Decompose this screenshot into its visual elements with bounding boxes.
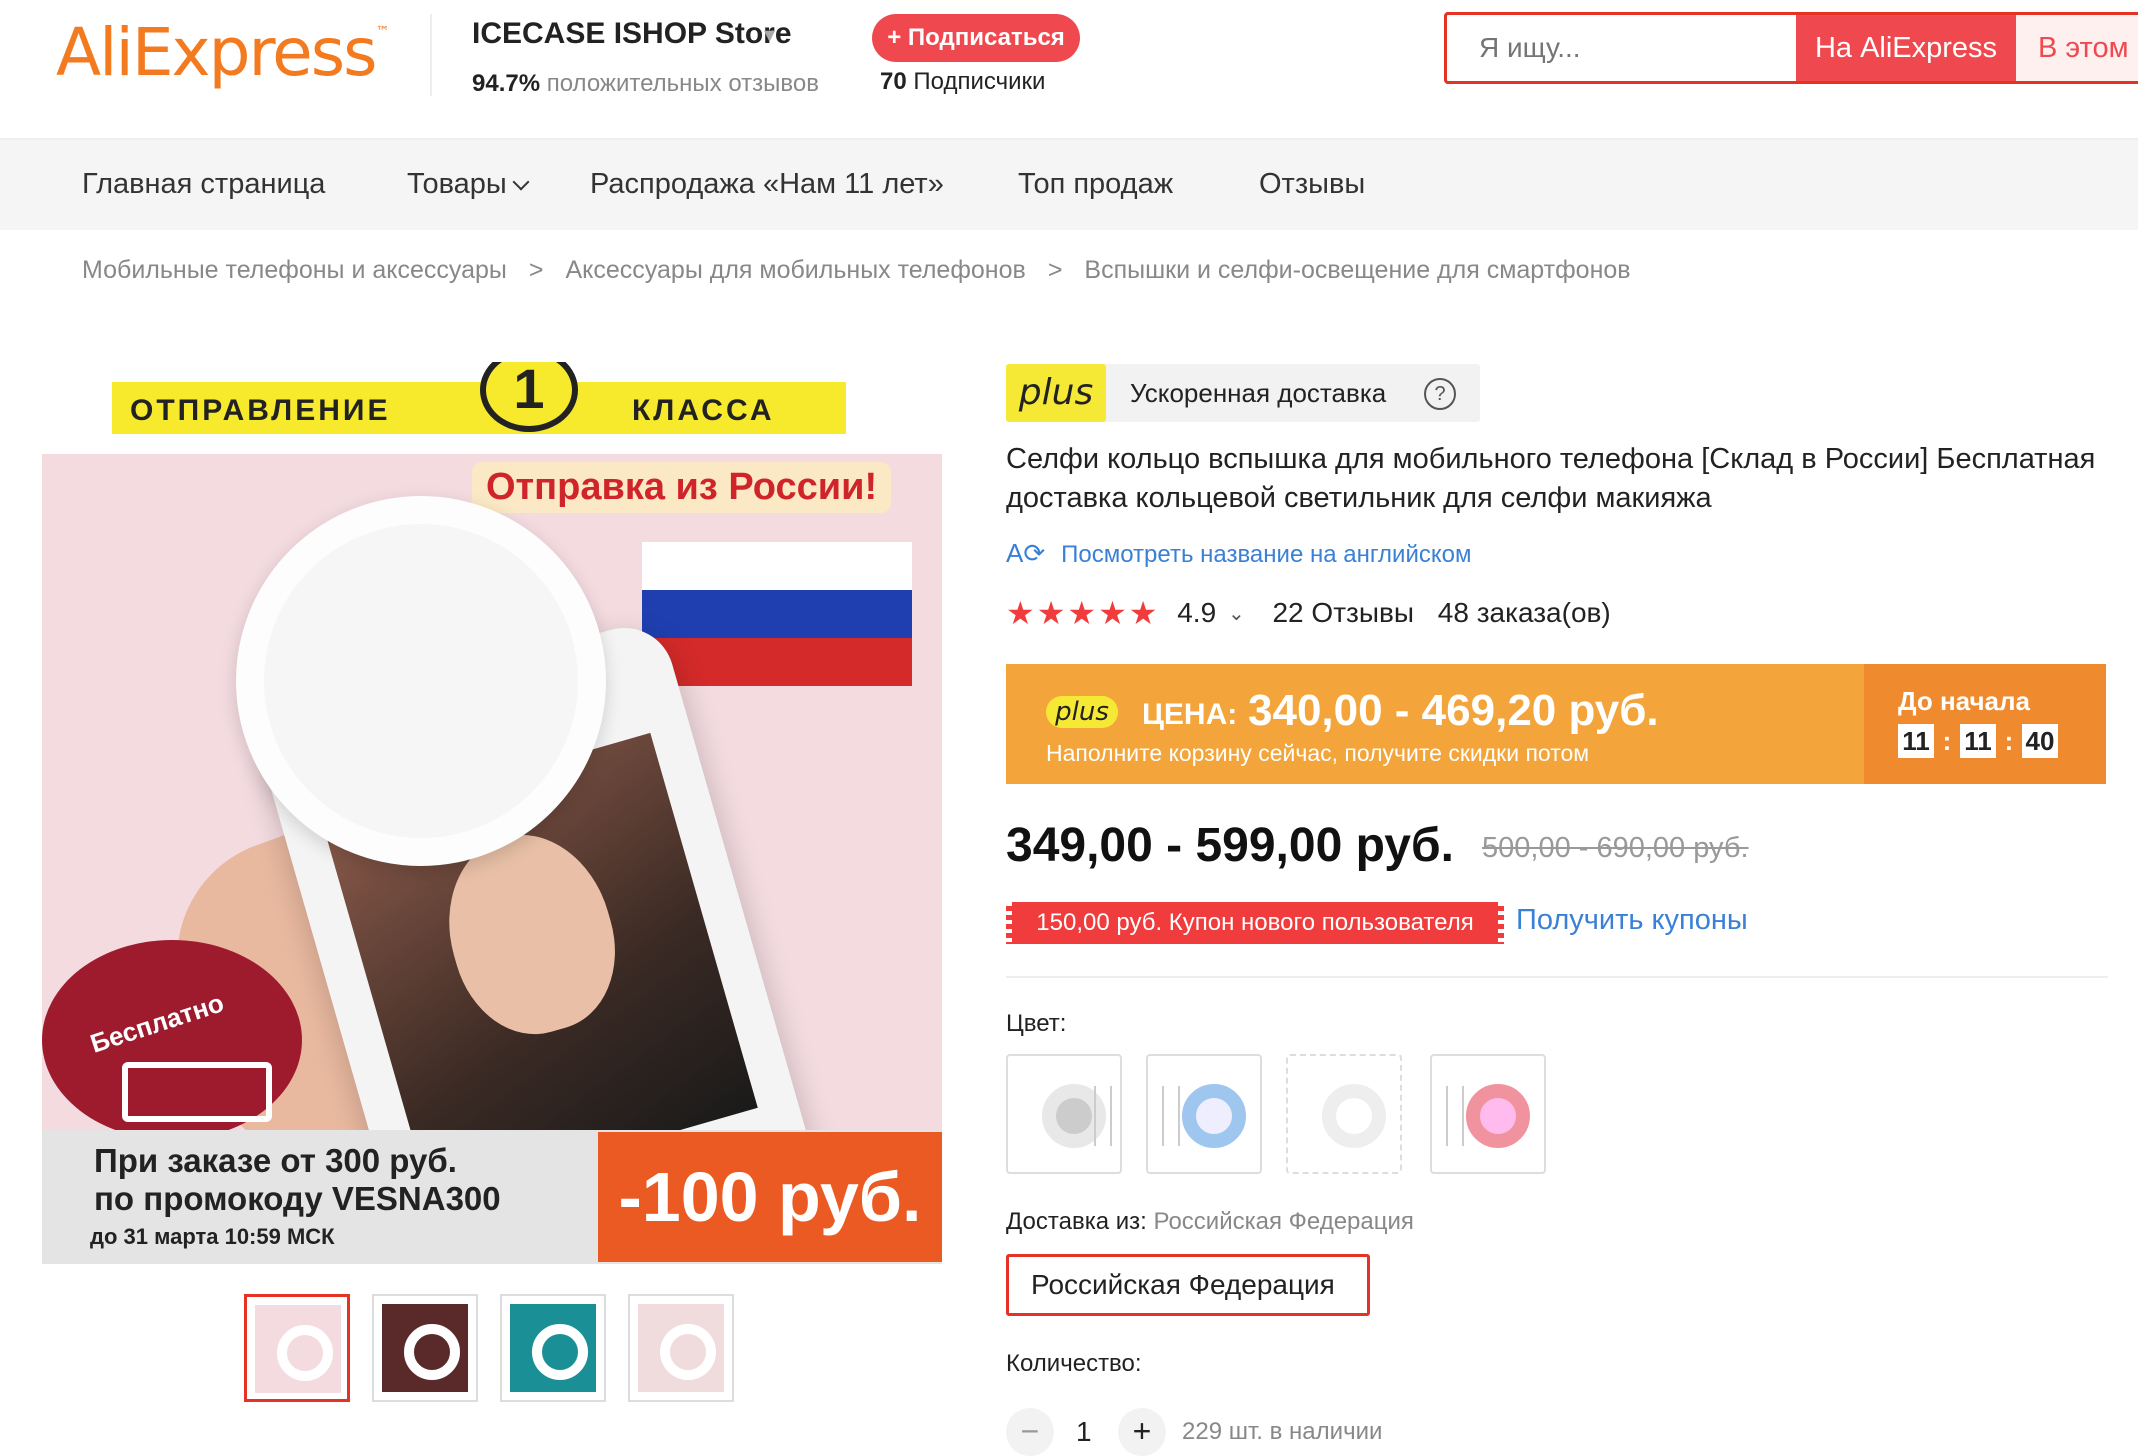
color-swatch-blue[interactable] <box>1146 1054 1262 1174</box>
product-main-image[interactable]: ОТПРАВЛЕНИЕ КЛАССА 1 Отправка из России!… <box>42 362 942 1264</box>
chevron-down-icon[interactable]: ▾ <box>764 22 775 48</box>
thumbnail[interactable] <box>500 1294 606 1402</box>
russia-flag-icon <box>642 542 912 686</box>
nav-item-top-sales[interactable]: Топ продаж <box>1018 168 1173 201</box>
thumbnail[interactable] <box>244 1294 350 1402</box>
breadcrumb-separator: > <box>528 256 544 284</box>
translate-icon: A⟳ <box>1006 538 1046 568</box>
timer-minutes: 11 <box>1960 724 1996 758</box>
price-label: ЦЕНА: <box>1142 698 1238 731</box>
chevron-down-icon[interactable]: ⌄ <box>1228 601 1245 626</box>
rating-value[interactable]: 4.9 <box>1177 597 1216 629</box>
promo-deadline: до 31 марта 10:59 МСК <box>90 1224 335 1249</box>
quantity-value[interactable]: 1 <box>1076 1416 1092 1448</box>
nav-item-sale[interactable]: Распродажа «Нам 11 лет» <box>590 168 944 201</box>
color-swatch-pink[interactable] <box>1430 1054 1546 1174</box>
timer-colon: : <box>2004 726 2014 756</box>
timer-colon: : <box>1942 726 1952 756</box>
store-rating: 94.7% положительных отзывов <box>472 70 819 97</box>
breadcrumb-item[interactable]: Мобильные телефоны и аксессуары <box>82 256 507 285</box>
truck-icon <box>122 1062 272 1122</box>
subscribe-button[interactable]: + Подписаться <box>872 14 1080 62</box>
current-price: 349,00 - 599,00 руб. <box>1006 819 1454 872</box>
product-title: Селфи кольцо вспышка для мобильного теле… <box>1006 443 2096 514</box>
store-nav: Главная страница Товары Распродажа «Нам … <box>0 140 2138 230</box>
followers-count: 70 Подписчики <box>880 68 1046 95</box>
ship-from: Доставка из: Российская Федерация <box>1006 1208 1414 1235</box>
breadcrumb-separator: > <box>1047 256 1063 284</box>
timer-seconds: 40 <box>2022 724 2058 758</box>
star-rating-icon: ★★★★★ <box>1006 595 1160 631</box>
quantity-decrease-button[interactable]: − <box>1006 1408 1054 1456</box>
promo-line: по промокоду VESNA300 <box>94 1180 501 1217</box>
chevron-down-icon <box>512 173 530 191</box>
color-swatch-white[interactable] <box>1006 1054 1122 1174</box>
divider <box>1006 976 2108 978</box>
nav-item-reviews[interactable]: Отзывы <box>1259 168 1365 201</box>
orders-count: 48 заказа(ов) <box>1437 597 1611 628</box>
search-input[interactable] <box>1447 15 1794 81</box>
search-aliexpress-button[interactable]: На AliExpress <box>1796 15 2016 81</box>
breadcrumb: Мобильные телефоны и аксессуары > Аксессуа… <box>82 256 1631 285</box>
header: AliExpress™ ICECASE ISHOP Store ▾ 94.7% … <box>0 0 2138 140</box>
plus-price-banner: plus ЦЕНА: 340,00 - 469,20 руб. Наполнит… <box>1006 664 2106 784</box>
old-price: 500,00 - 690,00 руб. <box>1482 832 1749 864</box>
from-russia-label: Отправка из России! <box>472 462 892 513</box>
search-box: На AliExpress В этом м <box>1444 12 2138 84</box>
plus-delivery-text: Ускоренная доставка <box>1130 378 1387 408</box>
plus-logo: plus <box>1006 364 1106 422</box>
color-swatch-plain[interactable] <box>1286 1054 1402 1174</box>
header-divider <box>430 14 432 96</box>
promo-line: При заказе от 300 руб. <box>94 1142 457 1179</box>
badge-text-right: КЛАССА <box>632 394 775 427</box>
rating-row: ★★★★★ 4.9 ⌄ 22 Отзывы 48 заказа(ов) <box>1006 594 1611 632</box>
thumbnail[interactable] <box>628 1294 734 1402</box>
shipping-class-badge: ОТПРАВЛЕНИЕ КЛАССА <box>112 382 846 434</box>
aliexpress-logo[interactable]: AliExpress™ <box>56 14 390 91</box>
breadcrumb-item[interactable]: Вспышки и селфи-освещение для смартфонов <box>1084 256 1630 285</box>
promo-discount: -100 руб. <box>598 1132 942 1262</box>
plus-delivery-bar: plus Ускоренная доставка ? <box>1006 364 1480 422</box>
breadcrumb-item[interactable]: Аксессуары для мобильных телефонов <box>566 256 1026 285</box>
countdown-timer: 11:11:40 <box>1898 724 2058 758</box>
thumbnail[interactable] <box>372 1294 478 1402</box>
reviews-count[interactable]: 22 Отзывы <box>1272 597 1414 629</box>
ship-from-option[interactable]: Российская Федерация <box>1006 1254 1370 1316</box>
quantity-increase-button[interactable]: + <box>1118 1408 1166 1456</box>
ring-light-illustration <box>236 496 606 866</box>
translate-link[interactable]: A⟳ Посмотреть название на английском <box>1006 538 1471 569</box>
stock-count: 229 шт. в наличии <box>1182 1418 1383 1445</box>
help-icon[interactable]: ? <box>1424 378 1456 410</box>
nav-item-products[interactable]: Товары <box>407 168 530 201</box>
new-user-coupon[interactable]: 150,00 руб. Купон нового пользователя <box>1006 902 1504 944</box>
badge-text-left: ОТПРАВЛЕНИЕ <box>130 394 391 427</box>
timer-hours: 11 <box>1898 724 1934 758</box>
countdown-panel: До начала 11:11:40 <box>1864 664 2106 784</box>
nav-item-home[interactable]: Главная страница <box>82 168 325 201</box>
store-name[interactable]: ICECASE ISHOP Store <box>472 17 792 51</box>
get-coupons-link[interactable]: Получить купоны <box>1516 904 1748 937</box>
quantity-label: Количество: <box>1006 1350 1142 1377</box>
countdown-label: До начала <box>1898 686 2030 716</box>
plus-logo: plus <box>1046 696 1118 728</box>
color-label: Цвет: <box>1006 1010 1067 1037</box>
search-store-button[interactable]: В этом м <box>2016 15 2138 81</box>
price-banner-subtext: Наполните корзину сейчас, получите скидк… <box>1046 740 1590 766</box>
plus-price: 340,00 - 469,20 руб. <box>1248 686 1659 735</box>
